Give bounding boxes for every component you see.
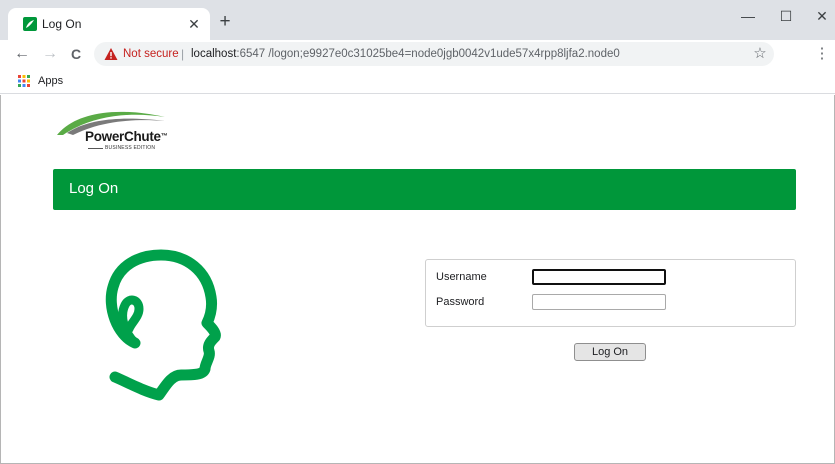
reload-icon[interactable]: C — [66, 44, 86, 64]
tab-close-icon[interactable]: ✕ — [186, 16, 202, 32]
tab-title: Log On — [42, 17, 82, 31]
password-input[interactable] — [532, 294, 666, 310]
back-arrow-icon[interactable]: ← — [12, 44, 32, 64]
page-header-bar: Log On — [53, 169, 796, 210]
powerchute-leaf-icon — [23, 17, 37, 31]
bookmark-star-icon[interactable]: ☆ — [750, 44, 770, 64]
address-bar[interactable]: Not secure | localhost:6547 /logon;e9927… — [94, 42, 774, 66]
logo-name-text: PowerChute — [85, 129, 161, 144]
url-text[interactable]: localhost:6547 /logon;e9927e0c31025be4=n… — [191, 47, 620, 61]
bookmarks-bar: Apps — [0, 68, 835, 94]
url-host: localhost — [191, 48, 237, 60]
browser-titlebar: Log On ✕ + — ☐ ✕ — [0, 0, 835, 40]
window-close-icon[interactable]: ✕ — [810, 6, 834, 26]
password-label: Password — [436, 296, 485, 308]
url-path: :6547 /logon;e9927e0c31025be4=node0jgb00… — [236, 48, 620, 60]
page-title: Log On — [69, 180, 119, 197]
apps-grid-icon — [18, 75, 30, 87]
username-label: Username — [436, 271, 487, 283]
log-on-button[interactable]: Log On — [574, 343, 646, 361]
not-secure-label[interactable]: Not secure — [123, 47, 179, 61]
omnibox-separator: | — [181, 47, 185, 61]
apps-label: Apps — [38, 75, 64, 87]
username-input[interactable] — [532, 269, 666, 285]
maximize-icon[interactable]: ☐ — [774, 6, 798, 26]
browser-tab[interactable]: Log On ✕ — [8, 8, 210, 40]
page-content: PowerChute™ BUSINESS EDITION Log On User… — [0, 95, 835, 464]
logo-tm: ™ — [160, 133, 168, 140]
forward-arrow-icon[interactable]: → — [40, 44, 60, 64]
logo-edition: BUSINESS EDITION — [105, 145, 156, 151]
warning-triangle-icon — [104, 48, 118, 60]
powerchute-logo: PowerChute™ BUSINESS EDITION — [55, 103, 168, 153]
logo-rule — [88, 148, 103, 149]
browser-menu-icon[interactable]: ⋮ — [812, 44, 832, 64]
minimize-icon[interactable]: — — [736, 6, 760, 26]
new-tab-button[interactable]: + — [215, 12, 235, 32]
head-profile-icon — [105, 249, 221, 401]
logo-wordmark: PowerChute™ — [85, 129, 168, 145]
login-panel: Username Password — [425, 259, 796, 327]
browser-toolbar: ← → C Not secure | localhost:6547 /logon… — [0, 40, 835, 68]
